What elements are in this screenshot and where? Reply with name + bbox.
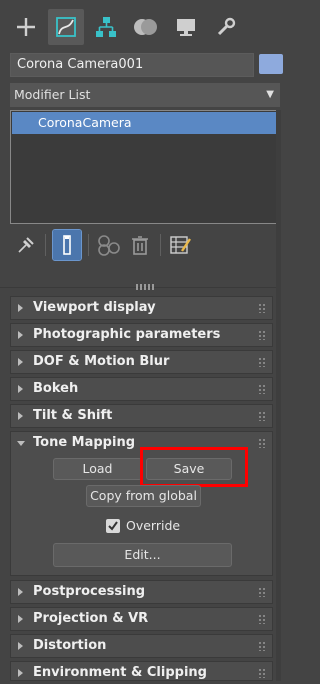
modifier-stack[interactable]: CoronaCamera [10,110,280,224]
rollout-bokeh[interactable]: Bokeh [10,377,273,401]
show-end-result-button[interactable] [52,229,82,261]
rollout-environment-clipping[interactable]: Environment & Clipping [10,661,273,681]
highlight-box [140,447,248,487]
expand-arrow-icon [18,615,23,623]
drag-grip-icon[interactable] [258,587,266,597]
hierarchy-tab[interactable] [88,9,124,45]
motion-tab[interactable] [128,9,164,45]
panel-scrollbar[interactable] [276,110,281,681]
utilities-tab[interactable] [208,9,244,45]
expand-arrow-icon [18,642,23,650]
toolbar-divider [160,234,161,256]
pin-icon [18,237,34,253]
rollout-title: DOF & Motion Blur [33,354,170,369]
make-unique-icon [98,235,120,256]
command-panel-tabs [0,0,281,48]
drag-grip-icon[interactable] [258,330,266,340]
expand-arrow-icon [18,331,23,339]
toolbar-divider [88,234,89,256]
splitter-grip[interactable] [136,284,154,290]
override-label: Override [126,518,181,533]
configure-sets-icon [170,236,191,254]
plus-icon [17,18,35,36]
expand-arrow-icon [18,412,23,420]
edit-button[interactable]: Edit... [53,543,232,567]
modify-curve-icon [56,17,76,37]
toolbar-divider [45,234,46,256]
panel-splitter[interactable] [0,280,281,294]
override-checkbox[interactable] [106,519,120,533]
rollout-viewport-display[interactable]: Viewport display [10,296,273,320]
drag-grip-icon[interactable] [258,384,266,394]
drag-grip-icon[interactable] [258,357,266,367]
modify-tab[interactable] [48,9,84,45]
motion-icon [134,19,157,35]
rollout-photographic-parameters[interactable]: Photographic parameters [10,323,273,347]
modifier-list-dropdown[interactable]: Modifier List ▼ [10,83,280,107]
pin-stack-button[interactable] [12,230,40,260]
display-tab[interactable] [168,9,204,45]
rollout-dof-motion-blur[interactable]: DOF & Motion Blur [10,350,273,374]
end-result-icon [63,235,71,255]
rollout-title: Distortion [33,638,107,653]
rollout-title: Postprocessing [33,584,146,599]
collapse-arrow-icon[interactable] [17,441,25,446]
trash-icon [132,236,148,255]
monitor-icon [177,19,195,36]
drag-grip-icon[interactable] [258,641,266,651]
expand-arrow-icon [18,304,23,312]
drag-grip-icon[interactable] [258,614,266,624]
checkmark-icon [108,521,118,531]
load-button[interactable]: Load [53,458,142,480]
expand-arrow-icon [18,385,23,393]
drag-grip-icon[interactable] [258,668,266,678]
rollout-tilt-shift[interactable]: Tilt & Shift [10,404,273,428]
stack-toolbar [0,229,281,264]
rollout-distortion[interactable]: Distortion [10,634,273,658]
object-name-field[interactable]: Corona Camera001 [10,53,254,77]
rollout-title: Bokeh [33,381,79,396]
drag-grip-icon[interactable] [258,303,266,313]
modifier-list-label: Modifier List [14,87,91,102]
object-color-swatch[interactable] [259,54,283,74]
create-tab[interactable] [8,9,44,45]
stack-item-coronacamera[interactable]: CoronaCamera [12,112,278,134]
make-unique-button[interactable] [95,230,123,260]
drag-grip-icon[interactable] [258,438,266,448]
rollout-postprocessing[interactable]: Postprocessing [10,580,273,604]
rollout-title: Photographic parameters [33,327,221,342]
wrench-icon [217,17,236,36]
rollout-title[interactable]: Tone Mapping [33,432,135,454]
rollout-title: Viewport display [33,300,156,315]
rollout-title: Projection & VR [33,611,149,626]
copy-from-global-button[interactable]: Copy from global [86,485,201,507]
drag-grip-icon[interactable] [258,411,266,421]
chevron-down-icon: ▼ [266,89,274,100]
expand-arrow-icon [18,358,23,366]
configure-modifier-sets-button[interactable] [166,230,194,260]
expand-arrow-icon [18,588,23,596]
remove-modifier-button[interactable] [126,230,154,260]
expand-arrow-icon [18,669,23,677]
hierarchy-icon [96,17,116,37]
rollout-title: Tilt & Shift [33,408,113,423]
rollout-projection-vr[interactable]: Projection & VR [10,607,273,631]
